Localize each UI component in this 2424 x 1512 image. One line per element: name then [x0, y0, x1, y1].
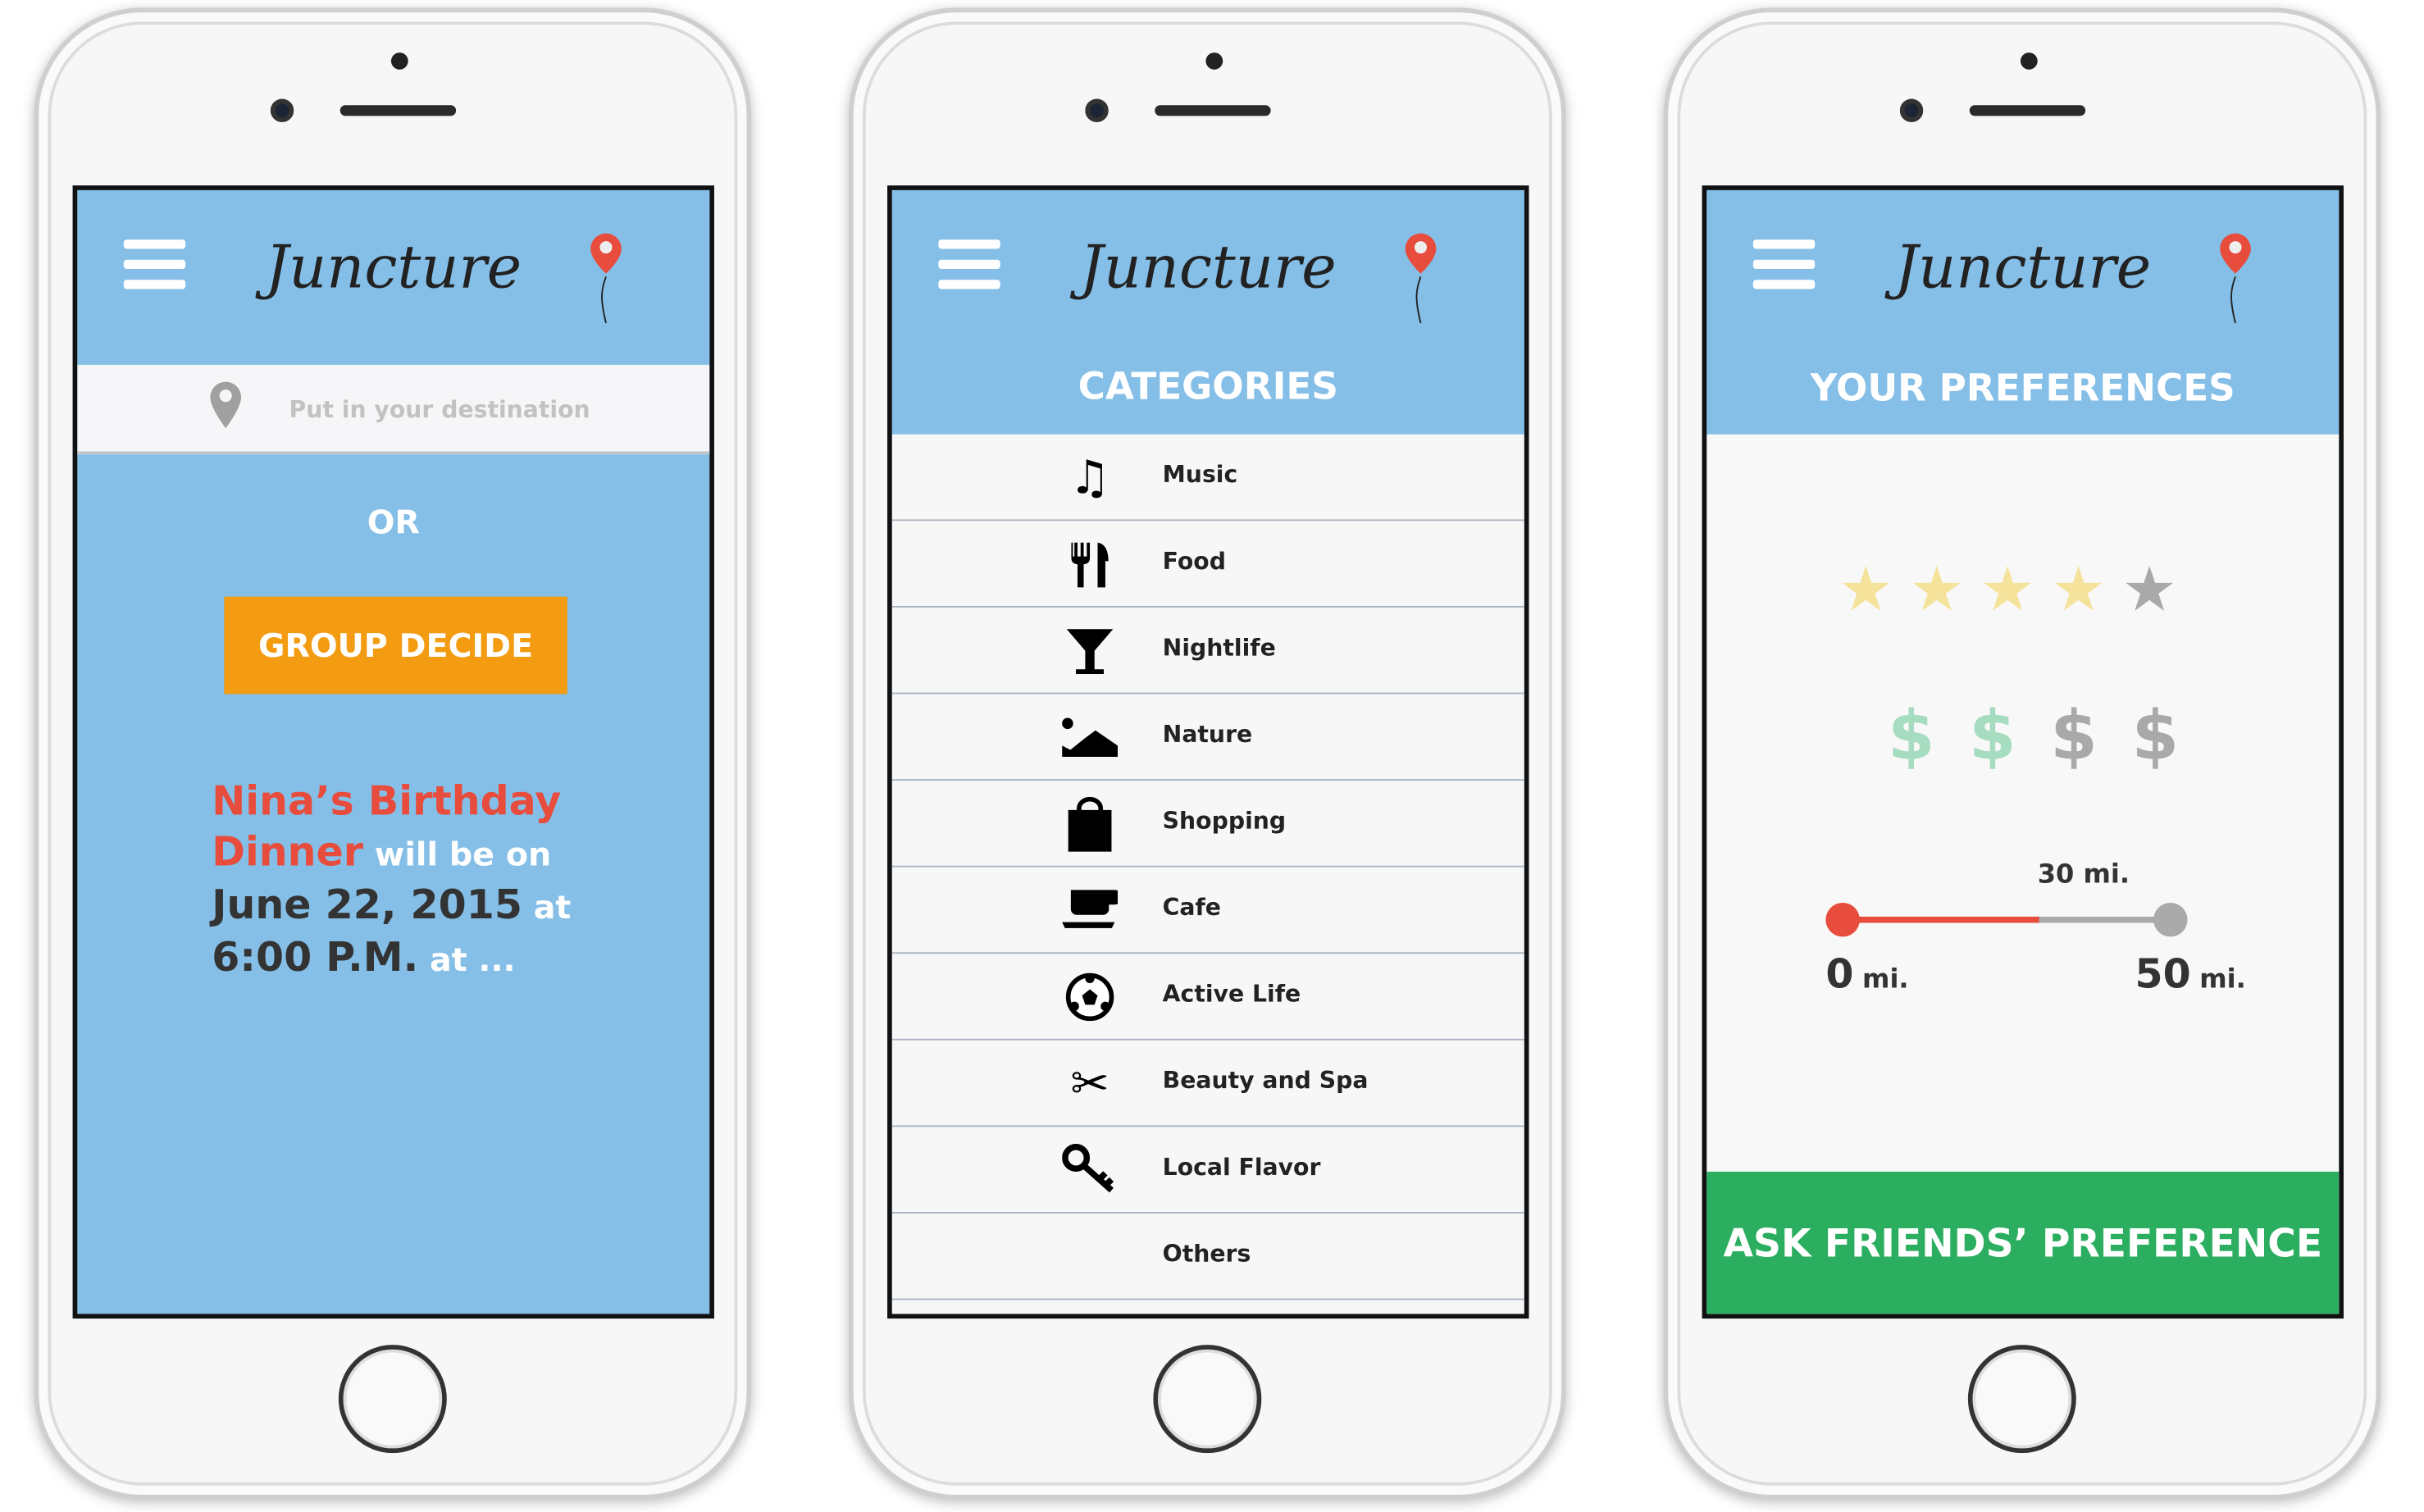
dollar-icon[interactable]: $ [2131, 697, 2179, 776]
cocktail-glass-icon [1062, 623, 1118, 679]
categories-title: CATEGORIES [1078, 364, 1338, 408]
event-date: June 22, 2015 [212, 882, 522, 930]
speaker [1969, 105, 2086, 116]
scissors-icon: ✂ [1070, 1056, 1109, 1111]
category-active-life[interactable]: Active Life [891, 954, 1524, 1041]
sensor [1205, 52, 1223, 70]
group-decide-button[interactable]: GROUP DECIDE [224, 596, 567, 695]
preferences-title: YOUR PREFERENCES [1810, 366, 2235, 410]
home-screen: Juncture Put in your destination OR GROU… [72, 185, 714, 1319]
home-button[interactable] [338, 1345, 447, 1454]
at-location-text: at ... [418, 941, 516, 979]
balloon-pin-icon[interactable] [587, 230, 624, 330]
front-camera [270, 98, 294, 122]
slider-max-handle[interactable] [2153, 902, 2188, 937]
soccer-ball-icon [1062, 969, 1118, 1025]
front-camera [1085, 98, 1109, 122]
category-beauty-spa[interactable]: ✂ Beauty and Spa [891, 1041, 1524, 1127]
preferences-panel: ★ ★ ★ ★ ★ $ $ $ $ 30 mi. 0 mi. 50 mi. ASK FRIEN… [1706, 434, 2340, 1314]
sensor [2020, 52, 2038, 70]
sensor [390, 52, 408, 70]
category-label: Local Flavor [1162, 1153, 1321, 1182]
category-nature[interactable]: Nature [891, 694, 1524, 781]
category-label: Nature [1162, 720, 1253, 749]
event-time: 6:00 P.M. [212, 935, 419, 982]
category-label: Active Life [1162, 980, 1301, 1009]
event-summary: Nina’s Birthday Dinner will be on June 2… [212, 777, 613, 986]
slider-min-handle[interactable] [1825, 902, 1860, 937]
dollar-icon[interactable]: $ [2050, 697, 2098, 776]
category-label: Nightlife [1162, 633, 1276, 662]
category-label: Music [1162, 460, 1238, 489]
distance-slider-fill [1843, 916, 2039, 923]
star-icon[interactable]: ★ [2121, 555, 2177, 626]
category-food[interactable]: Food [891, 521, 1524, 608]
fork-knife-icon [1062, 536, 1118, 592]
phone-home-screen: Juncture Put in your destination OR GROU… [34, 7, 752, 1500]
category-music[interactable]: ♫ Music [891, 435, 1524, 521]
speaker [1155, 105, 1271, 116]
speaker [339, 105, 457, 116]
home-button[interactable] [1967, 1345, 2076, 1454]
app-header: Juncture YOUR PREFERENCES [1706, 189, 2340, 435]
at-text: at [522, 888, 572, 927]
star-icon[interactable]: ★ [1839, 555, 1894, 626]
destination-placeholder: Put in your destination [289, 395, 590, 424]
category-label: Cafe [1162, 893, 1222, 922]
app-header: Juncture [77, 189, 710, 365]
or-label: OR [367, 503, 420, 541]
category-nightlife[interactable]: Nightlife [891, 608, 1524, 695]
music-note-icon: ♫ [1068, 450, 1111, 505]
distance-min-label: 0 mi. [1825, 952, 1909, 999]
category-label: Shopping [1162, 807, 1287, 836]
balloon-pin-icon[interactable] [1402, 230, 1439, 330]
dollar-icon[interactable]: $ [1969, 697, 2016, 776]
dollar-icon[interactable]: $ [1888, 697, 1935, 776]
star-icon[interactable]: ★ [1909, 555, 1965, 626]
key-icon [1062, 1142, 1118, 1198]
price-level[interactable]: $ $ $ $ [1888, 697, 2179, 776]
category-label: Food [1162, 547, 1226, 576]
event-name: Nina’s Birthday [212, 779, 562, 826]
category-label: Others [1162, 1239, 1251, 1268]
category-others[interactable]: Others [891, 1214, 1524, 1300]
landscape-icon [1062, 709, 1118, 765]
front-camera [1899, 98, 1924, 122]
category-cafe[interactable]: Cafe [891, 868, 1524, 954]
phone-preferences-screen: Juncture YOUR PREFERENCES ★ ★ ★ ★ ★ $ $ $ $ 30 … [1663, 7, 2381, 1500]
distance-slider[interactable] [1825, 902, 2188, 937]
destination-input[interactable]: Put in your destination [77, 364, 710, 455]
app-header: Juncture CATEGORIES [891, 189, 1524, 435]
star-icon[interactable]: ★ [1980, 555, 2035, 626]
category-shopping[interactable]: Shopping [891, 781, 1524, 868]
ask-friends-preference-button[interactable]: ASK FRIENDS’ PREFERENCE [1706, 1171, 2340, 1314]
preferences-screen: Juncture YOUR PREFERENCES ★ ★ ★ ★ ★ $ $ $ $ 30 … [1702, 185, 2344, 1319]
phone-categories-screen: Juncture CATEGORIES ♫ Music Food Nightlif… [848, 7, 1566, 1500]
star-icon[interactable]: ★ [2051, 555, 2107, 626]
will-be-on-text: will be on [362, 836, 552, 874]
event-name-2: Dinner [212, 830, 363, 877]
categories-screen: Juncture CATEGORIES ♫ Music Food Nightlif… [887, 185, 1529, 1319]
location-pin-icon [210, 381, 242, 429]
distance-value-label: 30 mi. [2037, 859, 2130, 890]
shopping-bag-icon [1062, 796, 1118, 852]
category-label: Beauty and Spa [1162, 1066, 1369, 1095]
rating-stars[interactable]: ★ ★ ★ ★ ★ [1839, 555, 2177, 626]
distance-max-label: 50 mi. [2135, 952, 2246, 999]
coffee-cup-icon [1062, 882, 1118, 938]
category-list: ♫ Music Food Nightlife Nature Shopping Ca… [891, 434, 1524, 1314]
balloon-pin-icon[interactable] [2217, 230, 2253, 330]
home-button[interactable] [1153, 1345, 1262, 1454]
category-local-flavor[interactable]: Local Flavor [891, 1127, 1524, 1214]
